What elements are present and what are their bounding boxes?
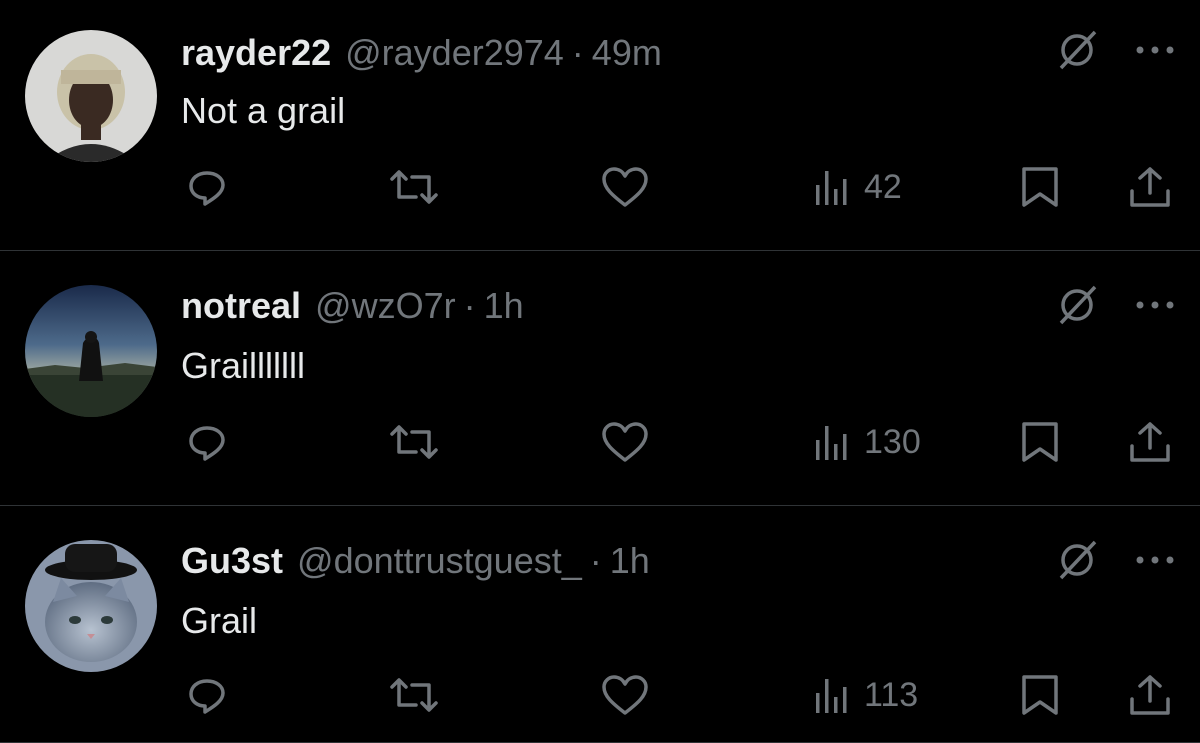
like-icon bbox=[602, 675, 648, 715]
post-text: Grailllllll bbox=[181, 345, 305, 386]
post[interactable]: notreal @wzO7r · 1h Grailllllll 130 bbox=[0, 251, 1200, 506]
like-icon bbox=[602, 422, 648, 462]
bookmark-button[interactable] bbox=[1020, 417, 1060, 467]
post-text: Not a grail bbox=[181, 90, 346, 131]
view-count: 42 bbox=[864, 167, 902, 206]
timestamp[interactable]: 1h bbox=[484, 285, 524, 327]
bookmark-button[interactable] bbox=[1020, 162, 1060, 212]
post[interactable]: Gu3st @donttrustguest_ · 1h Grail 113 bbox=[0, 506, 1200, 743]
like-button[interactable] bbox=[600, 417, 650, 467]
bookmark-button[interactable] bbox=[1020, 670, 1060, 720]
views-button[interactable]: 113 bbox=[814, 670, 918, 720]
repost-button[interactable] bbox=[388, 670, 440, 720]
share-icon bbox=[1130, 167, 1170, 207]
like-icon bbox=[602, 167, 648, 207]
user-handle[interactable]: @rayder2974 bbox=[345, 32, 564, 74]
user-handle[interactable]: @donttrustguest_ bbox=[297, 540, 582, 582]
view-count: 113 bbox=[864, 675, 919, 714]
reply-button[interactable] bbox=[185, 670, 229, 720]
share-icon bbox=[1130, 422, 1170, 462]
display-name[interactable]: rayder22 bbox=[181, 32, 331, 74]
bookmark-icon bbox=[1022, 422, 1058, 462]
avatar[interactable] bbox=[25, 30, 157, 162]
like-button[interactable] bbox=[600, 670, 650, 720]
more-icon[interactable] bbox=[1130, 535, 1180, 585]
user-handle[interactable]: @wzO7r bbox=[315, 285, 456, 327]
reply-button[interactable] bbox=[185, 162, 229, 212]
post[interactable]: rayder22 @rayder2974 · 49m Not a grail 4… bbox=[0, 0, 1200, 251]
repost-icon bbox=[390, 425, 438, 459]
views-button[interactable]: 130 bbox=[814, 417, 921, 467]
share-button[interactable] bbox=[1128, 670, 1172, 720]
separator: · bbox=[571, 32, 584, 73]
like-button[interactable] bbox=[600, 162, 650, 212]
post-text: Grail bbox=[181, 600, 258, 641]
views-icon bbox=[816, 426, 847, 460]
grok-icon[interactable] bbox=[1052, 25, 1102, 75]
repost-icon bbox=[390, 678, 438, 712]
avatar[interactable] bbox=[25, 285, 157, 417]
reply-button[interactable] bbox=[185, 417, 229, 467]
avatar-image bbox=[25, 540, 157, 672]
views-button[interactable]: 42 bbox=[814, 162, 902, 212]
bookmark-icon bbox=[1022, 675, 1058, 715]
repost-button[interactable] bbox=[388, 417, 440, 467]
reply-icon bbox=[189, 426, 225, 461]
grok-icon[interactable] bbox=[1052, 535, 1102, 585]
more-icon[interactable] bbox=[1130, 25, 1180, 75]
timestamp[interactable]: 49m bbox=[592, 32, 662, 74]
more-icon[interactable] bbox=[1130, 280, 1180, 330]
separator: · bbox=[463, 285, 476, 326]
share-icon bbox=[1130, 675, 1170, 715]
avatar-image bbox=[25, 285, 157, 417]
reply-icon bbox=[189, 679, 225, 714]
repost-icon bbox=[390, 170, 438, 204]
display-name[interactable]: notreal bbox=[181, 285, 301, 327]
display-name[interactable]: Gu3st bbox=[181, 540, 283, 582]
views-icon bbox=[816, 171, 847, 205]
bookmark-icon bbox=[1022, 167, 1058, 207]
share-button[interactable] bbox=[1128, 417, 1172, 467]
grok-icon[interactable] bbox=[1052, 280, 1102, 330]
view-count: 130 bbox=[864, 422, 921, 461]
avatar[interactable] bbox=[25, 540, 157, 672]
separator: · bbox=[589, 540, 602, 581]
repost-button[interactable] bbox=[388, 162, 440, 212]
reply-icon bbox=[189, 171, 225, 206]
avatar-image bbox=[25, 30, 157, 162]
timestamp[interactable]: 1h bbox=[610, 540, 650, 582]
share-button[interactable] bbox=[1128, 162, 1172, 212]
views-icon bbox=[816, 679, 847, 713]
